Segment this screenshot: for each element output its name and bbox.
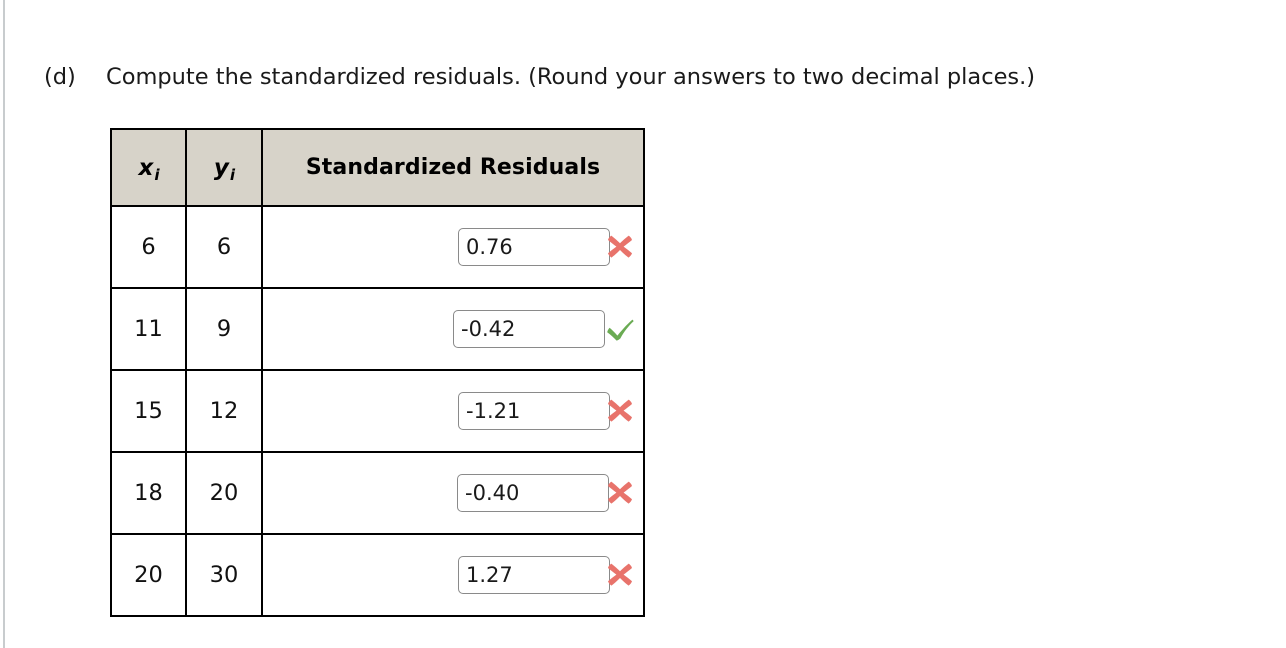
green-check-icon: [605, 314, 635, 344]
red-x-icon: [605, 396, 635, 426]
cell-standardized-residual: [261, 369, 645, 453]
standardized-residual-input[interactable]: [458, 228, 610, 266]
red-x-icon: [605, 232, 635, 262]
answer-wrapper: [263, 289, 643, 369]
standardized-residual-input[interactable]: [458, 556, 610, 594]
page-edge-rule: [3, 0, 5, 648]
table-row: 15 12: [110, 369, 645, 453]
cell-standardized-residual: [261, 451, 645, 535]
cell-x-value: 18: [110, 451, 187, 535]
question-label: (d): [44, 64, 76, 90]
table-row: 6 6: [110, 205, 645, 289]
answer-wrapper: [263, 453, 643, 533]
y-subscript: i: [229, 165, 236, 184]
answer-wrapper: [263, 535, 643, 615]
cell-y-value: 9: [185, 287, 263, 371]
x-variable-symbol: xi: [138, 154, 160, 184]
question-text: Compute the standardized residuals. (Rou…: [106, 64, 1036, 90]
standardized-residual-input[interactable]: [457, 474, 609, 512]
table-row: 18 20: [110, 451, 645, 535]
answer-wrapper: [263, 207, 643, 287]
y-variable-symbol: yi: [213, 154, 236, 184]
table-body: 6 6 11 9: [110, 205, 645, 617]
standardized-residual-input[interactable]: [458, 392, 610, 430]
cell-x-value: 11: [110, 287, 187, 371]
standardized-residuals-table: xi yi Standardized Residuals 6 6 0.76 11…: [110, 128, 645, 617]
red-x-icon: [605, 560, 635, 590]
answer-wrapper: [263, 371, 643, 451]
column-header-label: Standardized Residuals: [305, 155, 601, 180]
cell-y-value: 20: [185, 451, 263, 535]
table-header: xi yi Standardized Residuals: [110, 128, 645, 207]
cell-y-value: 30: [185, 533, 263, 617]
cell-standardized-residual: [261, 205, 645, 289]
x-subscript: i: [154, 165, 160, 184]
cell-y-value: 12: [185, 369, 263, 453]
cell-x-value: 15: [110, 369, 187, 453]
red-x-icon: [605, 478, 635, 508]
cell-standardized-residual: [261, 533, 645, 617]
table-header-row: xi yi Standardized Residuals: [110, 128, 645, 207]
table-row: 11 9: [110, 287, 645, 371]
standardized-residual-input[interactable]: [453, 310, 605, 348]
column-header-x: xi: [110, 128, 187, 207]
cell-x-value: 20: [110, 533, 187, 617]
column-header-y: yi: [185, 128, 263, 207]
table-row: 20 30: [110, 533, 645, 617]
cell-standardized-residual: [261, 287, 645, 371]
cell-x-value: 6: [110, 205, 187, 289]
question-prompt: (d) Compute the standardized residuals. …: [44, 62, 1035, 92]
cell-y-value: 6: [185, 205, 263, 289]
column-header-standardized-residuals: Standardized Residuals: [261, 128, 645, 207]
